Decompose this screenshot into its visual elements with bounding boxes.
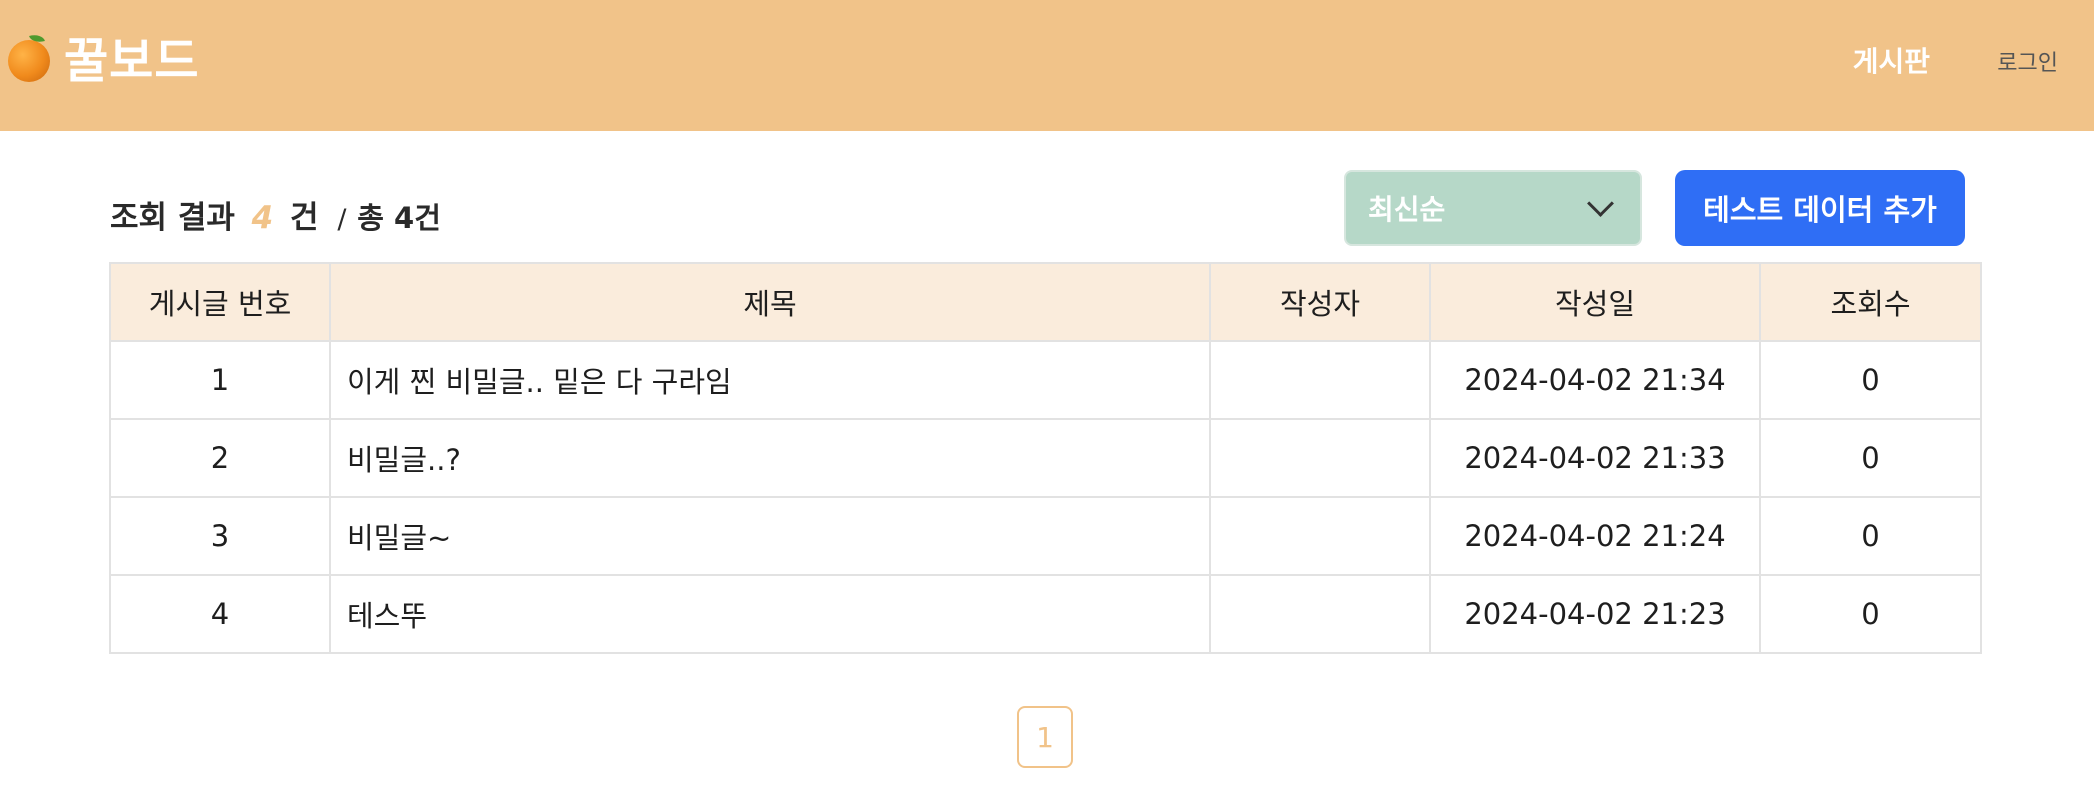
orange-icon [8,32,52,82]
column-header-date: 작성일 [1429,262,1761,342]
cell-date: 2024-04-02 21:33 [1429,418,1761,498]
nav-link-login[interactable]: 로그인 [1997,45,2058,77]
result-summary: 조회 결과 4 건 / 총 4건 [110,192,441,237]
sort-select[interactable]: 최신순 [1344,170,1642,246]
result-slash: / [337,204,347,235]
cell-author [1209,496,1431,576]
cell-date: 2024-04-02 21:24 [1429,496,1761,576]
cell-author [1209,340,1431,420]
cell-number: 2 [109,418,331,498]
cell-number: 3 [109,496,331,576]
chevron-down-icon [1587,189,1614,217]
pagination-page-1[interactable]: 1 [1017,706,1073,768]
cell-views: 0 [1759,496,1982,576]
cell-title[interactable]: 비밀글~ [329,496,1211,576]
column-header-title: 제목 [329,262,1211,342]
cell-author [1209,574,1431,654]
cell-number: 1 [109,340,331,420]
column-header-author: 작성자 [1209,262,1431,342]
table-row[interactable]: 4 테스뚜 2024-04-02 21:23 0 [109,574,1982,654]
column-header-number: 게시글 번호 [109,262,331,342]
cell-title[interactable]: 비밀글..? [329,418,1211,498]
result-prefix: 조회 결과 [110,200,235,236]
table-row[interactable]: 3 비밀글~ 2024-04-02 21:24 0 [109,496,1982,576]
cell-author [1209,418,1431,498]
cell-views: 0 [1759,418,1982,498]
cell-date: 2024-04-02 21:23 [1429,574,1761,654]
table-header-row: 게시글 번호 제목 작성자 작성일 조회수 [109,262,1982,342]
result-unit: 건 [290,200,319,236]
column-header-views: 조회수 [1759,262,1982,342]
cell-views: 0 [1759,574,1982,654]
logo-text: 꿀보드 [64,33,200,89]
result-total: 총 4건 [357,201,441,235]
post-table: 게시글 번호 제목 작성자 작성일 조회수 1 이게 찐 비밀글.. 밑은 다 … [109,262,1982,654]
cell-title[interactable]: 이게 찐 비밀글.. 밑은 다 구라임 [329,340,1211,420]
logo[interactable]: 꿀보드 [8,26,199,89]
table-row[interactable]: 1 이게 찐 비밀글.. 밑은 다 구라임 2024-04-02 21:34 0 [109,340,1982,420]
add-test-data-button[interactable]: 테스트 데이터 추가 [1675,170,1965,246]
cell-title[interactable]: 테스뚜 [329,574,1211,654]
nav-link-board[interactable]: 게시판 [1853,40,1930,80]
cell-number: 4 [109,574,331,654]
result-count: 4 [251,200,274,236]
cell-views: 0 [1759,340,1982,420]
sort-selected-value: 최신순 [1368,193,1446,226]
cell-date: 2024-04-02 21:34 [1429,340,1761,420]
top-header: 꿀보드 게시판 로그인 [0,0,2094,131]
table-row[interactable]: 2 비밀글..? 2024-04-02 21:33 0 [109,418,1982,498]
